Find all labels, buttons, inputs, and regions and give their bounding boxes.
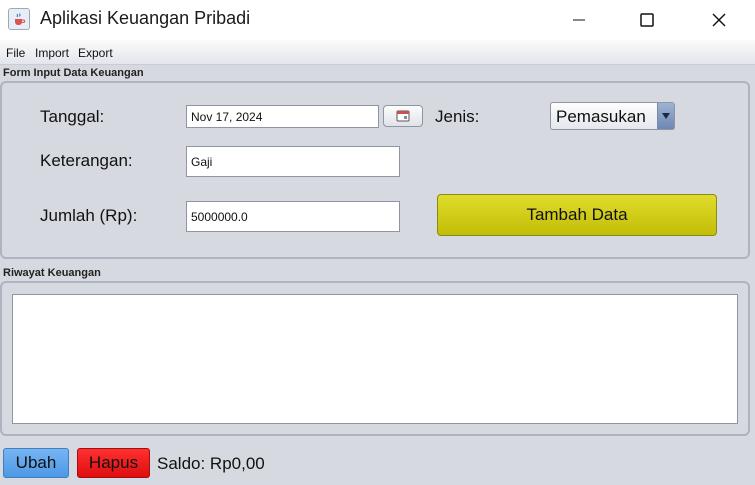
menu-export[interactable]: Export [78, 46, 113, 60]
minimize-button[interactable] [556, 0, 602, 40]
ubah-button[interactable]: Ubah [3, 448, 69, 478]
title-bar: Aplikasi Keuangan Pribadi [0, 0, 755, 40]
jenis-selected-value: Pemasukan [556, 107, 646, 126]
jumlah-label: Jumlah (Rp): [40, 206, 138, 225]
menu-file[interactable]: File [6, 46, 25, 60]
jenis-label: Jenis: [435, 107, 480, 126]
hapus-button[interactable]: Hapus [77, 448, 150, 478]
calendar-icon [396, 110, 410, 122]
java-cup-icon [8, 8, 30, 30]
tambah-data-button[interactable]: Tambah Data [437, 194, 717, 236]
date-picker-button[interactable] [383, 105, 423, 127]
history-section-title: Riwayat Keuangan [3, 267, 101, 279]
jumlah-field[interactable]: 5000000.0 [186, 201, 400, 232]
jenis-dropdown[interactable]: Pemasukan [550, 102, 675, 130]
keterangan-label: Keterangan: [40, 151, 133, 170]
close-button[interactable] [696, 0, 742, 40]
tanggal-field[interactable]: Nov 17, 2024 [186, 105, 379, 128]
tanggal-label: Tanggal: [40, 107, 105, 126]
menu-bar: File Import Export [0, 40, 755, 65]
history-table[interactable] [12, 294, 738, 424]
menu-import[interactable]: Import [35, 46, 69, 60]
window-title: Aplikasi Keuangan Pribadi [40, 8, 251, 28]
keterangan-field[interactable]: Gaji [186, 146, 400, 177]
chevron-down-icon [657, 103, 674, 129]
saldo-label: Saldo: Rp0,00 [157, 454, 265, 473]
form-section-title: Form Input Data Keuangan [3, 67, 144, 79]
maximize-button[interactable] [624, 0, 670, 40]
